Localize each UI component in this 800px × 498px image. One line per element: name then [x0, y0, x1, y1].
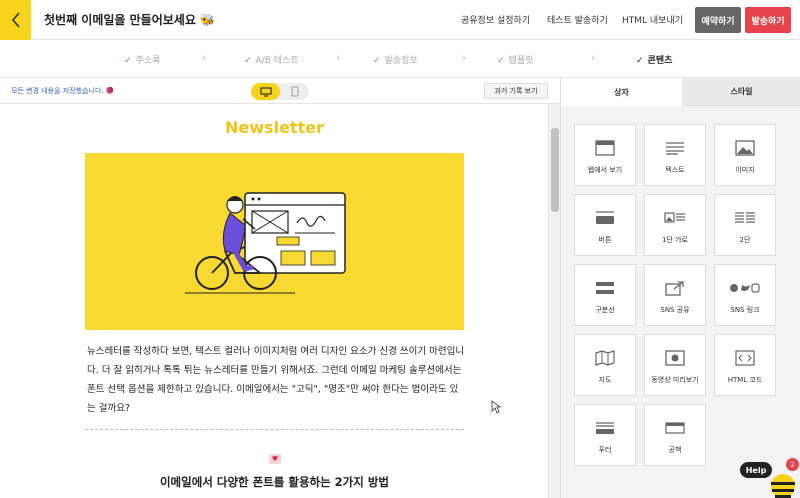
editor-toolbar: 모든 변경 내용을 저장했습니다. 🧶 과거 기록 보기	[0, 78, 560, 104]
back-button[interactable]	[0, 0, 31, 40]
tile-label: 푸터	[598, 446, 612, 454]
block-two-column[interactable]: 2단	[714, 194, 776, 256]
chevron-right-icon: ›	[202, 51, 207, 64]
step-label: 콘텐츠	[647, 56, 673, 66]
html-export-link[interactable]: HTML 내보내기	[622, 13, 683, 26]
chevron-left-icon	[11, 12, 20, 28]
share-icon	[665, 281, 684, 296]
step-template[interactable]: ✓ 템플릿	[497, 53, 533, 66]
button-icon	[596, 211, 614, 224]
email-canvas[interactable]: · · · · · · Newsletter 뉴스레터를 작성하다 보면, 텍스…	[0, 104, 548, 498]
spacer-icon	[665, 422, 685, 434]
footer-icon	[596, 422, 614, 434]
send-button[interactable]: 발송하기	[745, 7, 791, 33]
tab-style[interactable]: 스타일	[682, 78, 800, 106]
block-html-code[interactable]: HTML 코드	[714, 334, 776, 396]
step-send-info[interactable]: ✓ 발송정보	[373, 53, 418, 66]
tile-label: 2단	[739, 236, 751, 244]
tile-label: 웹에서 보기	[587, 166, 623, 174]
check-icon: ✓	[497, 56, 505, 66]
step-label: 주소록	[135, 56, 161, 66]
social-links-icon	[730, 283, 760, 293]
share-settings-link[interactable]: 공유정보 설정하기	[461, 13, 530, 26]
step-label: 발송정보	[384, 56, 418, 66]
chevron-right-icon: ›	[336, 51, 341, 64]
block-video[interactable]: 동영상 미리보기	[644, 334, 706, 396]
block-sns-link[interactable]: SNS 링크	[714, 264, 776, 326]
image-icon	[735, 140, 755, 156]
help-button[interactable]: Help	[740, 462, 772, 478]
history-button[interactable]: 과거 기록 보기	[484, 83, 548, 99]
bee-emoji: 🐝	[200, 13, 216, 27]
block-footer[interactable]: 푸터	[574, 404, 636, 466]
divider-icon	[596, 282, 614, 294]
step-navigation: ✓ 주소록 › ✓ A/B 테스트 › ✓ 발송정보 › ✓ 템플릿 › ✓ 콘텐츠	[0, 40, 800, 78]
reserve-button[interactable]: 예약하기	[695, 7, 741, 33]
tile-label: 텍스트	[665, 166, 685, 174]
scrollbar-thumb[interactable]	[551, 128, 559, 212]
block-spacer[interactable]: 공백	[644, 404, 706, 466]
heart-icon: ♥	[269, 454, 281, 464]
video-icon	[665, 350, 685, 366]
canvas-scrollbar[interactable]	[548, 104, 560, 498]
body-paragraph[interactable]: 뉴스레터를 작성하다 보면, 텍스트 컬러나 이미지처럼 여러 디자인 요소가 …	[87, 342, 465, 418]
chevron-right-icon: ›	[591, 51, 596, 64]
tile-label: SNS 공유	[660, 306, 690, 314]
newsletter-title[interactable]: Newsletter	[85, 118, 464, 137]
block-map[interactable]: 지도	[574, 334, 636, 396]
two-column-icon	[735, 212, 755, 223]
block-text[interactable]: 텍스트	[644, 124, 706, 186]
browser-icon	[595, 140, 615, 156]
hero-image[interactable]	[85, 153, 464, 330]
block-image[interactable]: 이미지	[714, 124, 776, 186]
page-title: 첫번째 이메일을 만들어보세요 🐝	[44, 11, 215, 28]
block-panel: 상자 스타일 웹에서 보기 텍스트 이미지 버튼 1단 가로 2단 구분선 SN…	[560, 78, 800, 498]
check-icon: ✓	[124, 56, 132, 66]
code-icon	[735, 350, 755, 366]
check-icon: ✓	[373, 56, 381, 66]
page-title-text: 첫번째 이메일을 만들어보세요	[44, 13, 196, 27]
desktop-view-button[interactable]	[251, 83, 280, 100]
chevron-right-icon: ›	[462, 51, 467, 64]
step-address-book[interactable]: ✓ 주소록	[124, 53, 160, 66]
top-bar: 첫번째 이메일을 만들어보세요 🐝 공유정보 설정하기 테스트 발송하기 HTM…	[0, 0, 800, 40]
tile-label: SNS 링크	[730, 306, 760, 314]
block-web-view[interactable]: 웹에서 보기	[574, 124, 636, 186]
block-sns-share[interactable]: SNS 공유	[644, 264, 706, 326]
tab-blocks[interactable]: 상자	[561, 78, 682, 106]
map-icon	[595, 350, 615, 366]
tile-label: 이미지	[735, 166, 755, 174]
tile-label: 버튼	[598, 236, 612, 244]
tile-label: 동영상 미리보기	[651, 376, 699, 384]
bee-mascot-icon[interactable]	[770, 470, 796, 498]
block-divider[interactable]: 구분선	[574, 264, 636, 326]
step-ab-test[interactable]: ✓ A/B 테스트	[244, 53, 299, 66]
clipped-preheader: · · · · · ·	[86, 104, 114, 107]
step-label: A/B 테스트	[255, 56, 299, 66]
cyclist-illustration	[185, 192, 346, 294]
dashed-divider	[85, 429, 464, 430]
test-send-link[interactable]: 테스트 발송하기	[547, 13, 608, 26]
check-icon: ✓	[244, 56, 252, 66]
tile-label: 구분선	[595, 306, 615, 314]
text-lines-icon	[666, 142, 684, 155]
device-toggle	[251, 83, 309, 100]
one-column-icon	[664, 212, 685, 223]
step-content[interactable]: ✓ 콘텐츠	[636, 53, 672, 66]
notification-badge: 2	[786, 458, 799, 471]
mobile-view-button[interactable]	[280, 83, 309, 100]
tile-label: 1단 가로	[662, 236, 688, 244]
block-one-column[interactable]: 1단 가로	[644, 194, 706, 256]
monitor-icon	[259, 86, 272, 97]
tile-label: 지도	[598, 376, 612, 384]
check-icon: ✓	[636, 56, 644, 66]
section-heading[interactable]: 이메일에서 다양한 폰트를 활용하는 2가지 방법	[85, 474, 464, 490]
tile-label: HTML 코드	[727, 376, 763, 384]
save-status: 모든 변경 내용을 저장했습니다. 🧶	[11, 87, 115, 95]
phone-icon	[291, 86, 298, 97]
block-button[interactable]: 버튼	[574, 194, 636, 256]
tile-label: 공백	[668, 446, 682, 454]
step-label: 템플릿	[508, 56, 534, 66]
mouse-cursor-icon	[491, 400, 501, 414]
